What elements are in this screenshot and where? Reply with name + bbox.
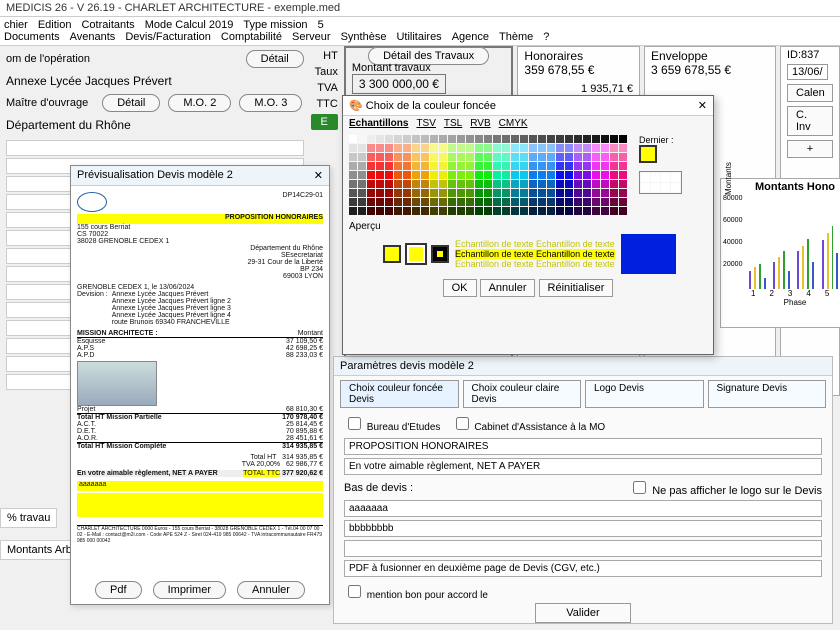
valider-button[interactable]: Valider: [535, 603, 630, 623]
cancel-button[interactable]: Annuler: [480, 279, 536, 297]
menu-item[interactable]: Agence: [452, 31, 489, 43]
b-input[interactable]: [344, 520, 822, 537]
cinv-button[interactable]: C. Inv: [787, 106, 833, 136]
menu-item[interactable]: Serveur: [292, 31, 331, 43]
mo3-button[interactable]: M.O. 3: [239, 94, 302, 112]
menu-item[interactable]: Synthèse: [341, 31, 387, 43]
ttc-label: TTC: [310, 98, 338, 110]
pay-input[interactable]: [344, 458, 822, 475]
pdf-input[interactable]: [344, 560, 822, 577]
mo-detail-button[interactable]: Détail: [102, 94, 160, 112]
menu-item[interactable]: Cotraitants: [81, 19, 134, 31]
id-date[interactable]: 13/06/: [787, 64, 828, 80]
color-title: Choix de la couleur foncée: [366, 100, 496, 112]
color-tab[interactable]: TSV: [416, 118, 435, 129]
chart-xlabel: Phase: [723, 298, 840, 307]
color-palette[interactable]: [349, 135, 627, 215]
dark-color-button[interactable]: Choix couleur foncée Devis: [340, 380, 459, 408]
preview-close-icon[interactable]: ✕: [314, 169, 323, 182]
empty1-input[interactable]: [344, 540, 822, 557]
menu-item[interactable]: Mode Calcul 2019: [145, 19, 234, 31]
menu-item[interactable]: chier: [4, 19, 28, 31]
calen-button[interactable]: Calen: [787, 84, 833, 102]
color-tab[interactable]: RVB: [470, 118, 490, 129]
recent-label: Dernier :: [639, 135, 682, 145]
chart-box: Montants Hono 80000 60000 40000 20000 Mo…: [720, 178, 840, 328]
apercu-row: Echantillon de texte Echantillon de text…: [383, 234, 713, 274]
hono-title: Honoraires: [524, 49, 633, 63]
menu-bar: chier Edition Cotraitants Mode Calcul 2019 T…: [0, 17, 840, 46]
tva-label: TVA: [310, 82, 338, 94]
menu-item[interactable]: Avenants: [70, 31, 116, 43]
preview-window: Prévisualisation Devis modèle 2 ✕ DP14C2…: [70, 165, 330, 605]
mention-check[interactable]: mention bon pour accord le: [344, 590, 488, 601]
ht-label: HT: [310, 50, 338, 62]
logo-button[interactable]: Logo Devis: [585, 380, 704, 408]
menu-item[interactable]: Devis/Facturation: [125, 31, 211, 43]
signature-button[interactable]: Signature Devis: [708, 380, 827, 408]
chart-title: Montants Hono: [723, 181, 840, 193]
pct-travaux-label: % travau: [0, 508, 57, 528]
nologo-check[interactable]: Ne pas afficher le logo sur le Devis: [629, 478, 822, 497]
color-dialog: 🎨 Choix de la couleur foncée ✕ Echantill…: [342, 95, 714, 355]
color-tab[interactable]: CMYK: [499, 118, 528, 129]
menu-item[interactable]: Utilitaires: [396, 31, 441, 43]
operation-label: om de l'opération: [6, 53, 90, 65]
mo2-button[interactable]: M.O. 2: [168, 94, 231, 112]
preview-doc: DP14C29-01 PROPOSITION HONORAIRES 155 co…: [71, 186, 329, 550]
menu-item[interactable]: Thème: [499, 31, 533, 43]
params-title: Paramètres devis modèle 2: [334, 357, 832, 376]
plus-button[interactable]: +: [787, 140, 833, 158]
bureau-check[interactable]: Bureau d'Etudes: [344, 422, 440, 433]
id-label: ID:837: [787, 49, 833, 61]
chart-ylabel: Montants: [724, 162, 733, 195]
hono-amount: 359 678,55 €: [524, 63, 633, 77]
light-color-button[interactable]: Choix couleur claire Devis: [463, 380, 582, 408]
a-input[interactable]: [344, 500, 822, 517]
ok-button[interactable]: OK: [443, 279, 477, 297]
menu-item[interactable]: Edition: [38, 19, 72, 31]
travaux-amount: 3 300 000,00 €: [352, 74, 446, 94]
chart-bars: [749, 199, 840, 289]
operation-detail-button[interactable]: Détail: [246, 50, 304, 68]
reset-button[interactable]: Réinitialiser: [539, 279, 614, 297]
pdf-button[interactable]: Pdf: [95, 581, 142, 599]
menu-item[interactable]: ?: [543, 31, 549, 43]
energy-tag: E: [311, 114, 338, 130]
operation-value: Annexe Lycée Jacques Prévert: [6, 74, 304, 88]
params-panel: Paramètres devis modèle 2 Choix couleur …: [333, 356, 833, 624]
mo-label: Maître d'ouvrage: [6, 97, 88, 109]
env-title: Enveloppe: [651, 49, 769, 63]
hono-extra2: 1 935,71 €: [524, 83, 633, 95]
menu-item[interactable]: Type mission: [243, 19, 307, 31]
cancel-preview-button[interactable]: Annuler: [237, 581, 305, 599]
preview-title: Prévisualisation Devis modèle 2: [77, 169, 233, 182]
bas-label: Bas de devis :: [344, 482, 413, 494]
color-tab[interactable]: TSL: [444, 118, 462, 129]
window-title: MEDICIS 26 - V 26.19 - CHARLET ARCHITECT…: [0, 0, 840, 17]
palette-icon: 🎨: [349, 100, 363, 112]
apercu-label: Aperçu: [349, 221, 707, 232]
montants-arb-label: Montants Arb: [0, 540, 79, 560]
taux-label: Taux: [310, 66, 338, 78]
dept-value: Département du Rhône: [6, 118, 304, 132]
menu-item[interactable]: Comptabilité: [221, 31, 282, 43]
env-amount: 3 659 678,55 €: [651, 63, 769, 77]
cabinet-check[interactable]: Cabinet d'Assistance à la MO: [452, 422, 606, 433]
recent-swatch[interactable]: [639, 145, 657, 163]
prop-input[interactable]: [344, 438, 822, 455]
print-button[interactable]: Imprimer: [153, 581, 226, 599]
color-tab[interactable]: Echantillons: [349, 118, 408, 129]
color-close-icon[interactable]: ✕: [698, 99, 707, 112]
